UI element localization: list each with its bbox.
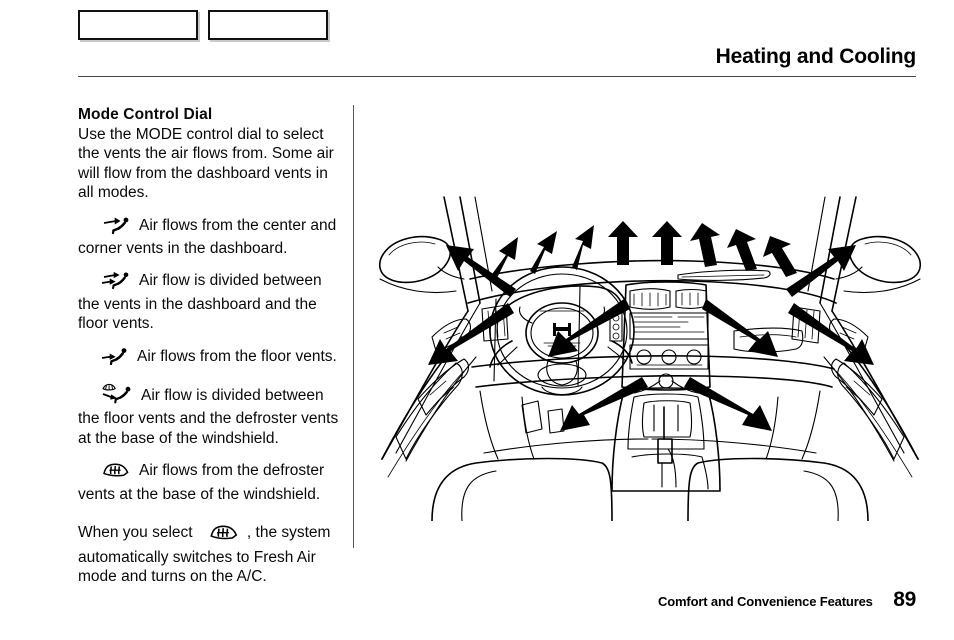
- text-column: Mode Control Dial Use the MODE control d…: [78, 105, 346, 586]
- mode-paragraph-floor-defrost: Air flow is divided between the floor ve…: [78, 383, 346, 448]
- mode-text-floor: Air flows from the floor vents.: [137, 347, 337, 365]
- dashboard-airflow-illustration: .ln { fill:none; stroke:#000; stroke-wid…: [372, 191, 928, 521]
- mode-paragraph-face: Air flows from the center and corner ven…: [78, 216, 346, 259]
- blank-box-left: [78, 10, 198, 40]
- page-content: Mode Control Dial Use the MODE control d…: [0, 105, 954, 585]
- mode-paragraph-floor: Air flows from the floor vents.: [78, 347, 346, 370]
- vent-defrost-icon: [207, 524, 241, 547]
- vent-floor-defrost-icon: [100, 383, 134, 409]
- section-title: Mode Control Dial: [78, 106, 213, 123]
- page-header: Heating and Cooling: [78, 44, 916, 77]
- page-number: 89: [893, 588, 916, 611]
- page-title: Heating and Cooling: [715, 45, 917, 68]
- vent-defrost-icon: [100, 462, 132, 484]
- mode-paragraph-defrost: Air flows from the defroster vents at th…: [78, 461, 346, 504]
- fresh-air-note-before: When you select: [78, 524, 193, 542]
- mode-paragraph-face-floor: Air flow is divided between the vents in…: [78, 271, 346, 333]
- page-footer: Comfort and Convenience Features 89: [0, 588, 954, 612]
- vent-floor-icon: [100, 347, 130, 370]
- vent-face-icon: [102, 217, 132, 239]
- fresh-air-note-paragraph: When you select , the system automatical…: [78, 523, 346, 586]
- footer-section-label: Comfort and Convenience Features: [657, 594, 873, 609]
- intro-paragraph: Use the MODE control dial to select the …: [78, 126, 334, 202]
- blank-box-right: [208, 10, 328, 40]
- top-box-group: [78, 10, 328, 40]
- column-divider-rule: [353, 105, 354, 548]
- vent-face-floor-icon: [100, 272, 132, 294]
- header-divider-rule: [78, 76, 916, 77]
